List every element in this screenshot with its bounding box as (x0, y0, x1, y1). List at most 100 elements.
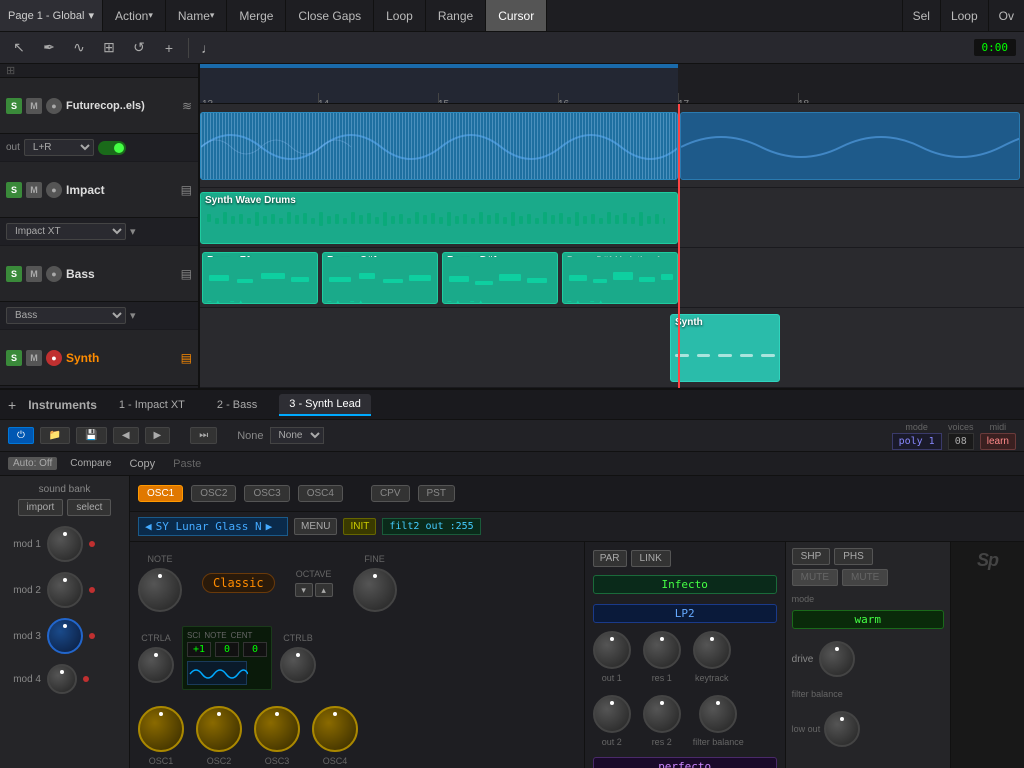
preset-arrow-left[interactable]: ◀ (145, 520, 152, 533)
note-icon[interactable]: ♩ (197, 37, 219, 59)
bass-clip-f1[interactable]: Bass - F1 = ▲ = ▲ (202, 252, 318, 304)
import-btn[interactable]: import (18, 499, 64, 516)
infecto-display[interactable]: Infecto (593, 575, 777, 594)
out1-knob[interactable] (593, 631, 631, 669)
osc1-large-knob[interactable] (138, 706, 184, 752)
osc2-large-knob[interactable] (196, 706, 242, 752)
mod2-knob[interactable] (47, 572, 83, 608)
track1-toggle[interactable] (98, 141, 126, 155)
ov-btn[interactable]: Ov (988, 0, 1024, 31)
track3-instrument-select[interactable]: Bass (6, 307, 126, 324)
merge-btn[interactable]: Merge (227, 0, 286, 31)
action-menu[interactable]: Action (103, 0, 166, 31)
mode-val[interactable]: poly 1 (892, 433, 942, 450)
cpv-btn[interactable]: CPV (371, 485, 410, 502)
compare-btn[interactable]: Compare (65, 457, 116, 470)
track3-inst-arrow[interactable]: ▾ (130, 309, 136, 322)
lowout-right-knob[interactable] (824, 711, 860, 747)
track1-rec-btn[interactable]: ● (46, 98, 62, 114)
init-pill[interactable]: INIT (343, 518, 376, 535)
mute2-btn[interactable]: MUTE (842, 569, 888, 586)
osc1-btn[interactable]: OSC1 (138, 485, 183, 502)
loop2-btn[interactable]: Loop (940, 0, 988, 31)
osc3-large-knob[interactable] (254, 706, 300, 752)
cursor-tool-icon[interactable]: ↖ (8, 37, 30, 59)
page-selector[interactable]: Page 1 - Global ▾ (0, 0, 103, 31)
track4-m-btn[interactable]: M (26, 350, 42, 366)
track4-rec-btn[interactable]: ● (46, 350, 62, 366)
mute1-btn[interactable]: MUTE (792, 569, 838, 586)
synth-clip[interactable]: Synth (670, 314, 780, 382)
load-btn[interactable]: 📁 (40, 427, 70, 444)
preset-display[interactable]: ◀ SY Lunar Glass N ▶ (138, 517, 288, 536)
voices-val[interactable]: 08 (948, 433, 974, 450)
cursor-btn[interactable]: Cursor (486, 0, 547, 31)
sel-btn[interactable]: Sel (902, 0, 940, 31)
out2-knob[interactable] (593, 695, 631, 733)
phs-btn[interactable]: PHS (834, 548, 873, 565)
keytrack-knob[interactable] (693, 631, 731, 669)
filt-display[interactable]: filt2 out :255 (382, 518, 480, 535)
audio-clip-1b[interactable] (680, 112, 1020, 180)
tab-impact-xt[interactable]: 1 - Impact XT (109, 395, 195, 415)
sci-val[interactable]: +1 (187, 642, 211, 657)
instruments-add-icon[interactable]: + (8, 397, 16, 413)
fbal-knob[interactable] (699, 695, 737, 733)
perfecto-display[interactable]: perfecto (593, 757, 777, 768)
range-btn[interactable]: Range (426, 0, 486, 31)
res2-knob[interactable] (643, 695, 681, 733)
pencil-tool-icon[interactable]: ✒ (38, 37, 60, 59)
copy-btn[interactable]: Copy (124, 457, 160, 471)
midi-clip-impact[interactable]: Synth Wave Drums (200, 192, 678, 244)
mod3-knob[interactable] (47, 618, 83, 654)
bass-clip-d1[interactable]: Bass - D#1 = ▲ = ▲ (442, 252, 558, 304)
warm-display[interactable]: warm (792, 610, 944, 629)
note-knob[interactable] (138, 568, 182, 612)
power-btn[interactable]: ⏻ (8, 427, 34, 444)
shp-btn[interactable]: SHP (792, 548, 831, 565)
note-val[interactable]: 0 (215, 642, 239, 657)
add-tool-icon[interactable]: + (158, 37, 180, 59)
track4-s-btn[interactable]: S (6, 350, 22, 366)
none-select[interactable]: None (270, 427, 324, 444)
mod1-knob[interactable] (47, 526, 83, 562)
drive-knob[interactable] (819, 641, 855, 677)
track2-s-btn[interactable]: S (6, 182, 22, 198)
fine-knob[interactable] (353, 568, 397, 612)
link-btn[interactable]: LINK (631, 550, 671, 567)
track3-s-btn[interactable]: S (6, 266, 22, 282)
cent-val[interactable]: 0 (243, 642, 267, 657)
lp2-display[interactable]: LP2 (593, 604, 777, 623)
mod4-knob[interactable] (47, 664, 77, 694)
par-btn[interactable]: PAR (593, 550, 627, 567)
tab-synth-lead[interactable]: 3 - Synth Lead (279, 394, 371, 416)
close-gaps-btn[interactable]: Close Gaps (286, 0, 374, 31)
pst-btn[interactable]: PST (418, 485, 455, 502)
bass-clip-c1[interactable]: Bass - C#1 = ▲ = ▲ (322, 252, 438, 304)
loop-tool-icon[interactable]: ↺ (128, 37, 150, 59)
tab-bass[interactable]: 2 - Bass (207, 395, 267, 415)
auto-off-btn[interactable]: Auto: Off (8, 457, 57, 470)
ctrla-knob[interactable] (138, 647, 174, 683)
track2-instrument-select[interactable]: Impact XT (6, 223, 126, 240)
save-btn[interactable]: 💾 (76, 427, 106, 444)
classic-display[interactable]: Classic (202, 573, 275, 593)
track3-rec-btn[interactable]: ● (46, 266, 62, 282)
paste-btn[interactable]: Paste (168, 457, 206, 471)
bass-clip-d1v[interactable]: Bass - D#1 Variation 1 = ▲ = ▲ (562, 252, 678, 304)
track1-s-btn[interactable]: S (6, 98, 22, 114)
osc2-btn[interactable]: OSC2 (191, 485, 236, 502)
next-btn[interactable]: ▶ (145, 427, 171, 444)
track1-m-btn[interactable]: M (26, 98, 42, 114)
track2-rec-btn[interactable]: ● (46, 182, 62, 198)
grid-tool-icon[interactable]: ⊞ (98, 37, 120, 59)
wave-tool-icon[interactable]: ∿ (68, 37, 90, 59)
select-btn[interactable]: select (67, 499, 111, 516)
prev-btn[interactable]: ◀ (113, 427, 139, 444)
osc4-large-knob[interactable] (312, 706, 358, 752)
track1-output-select[interactable]: L+R (24, 139, 94, 156)
skip-btn[interactable]: ⏭ (190, 427, 217, 444)
track3-m-btn[interactable]: M (26, 266, 42, 282)
oct-down-btn[interactable]: ▾ (295, 583, 313, 597)
oct-up-btn[interactable]: ▴ (315, 583, 333, 597)
